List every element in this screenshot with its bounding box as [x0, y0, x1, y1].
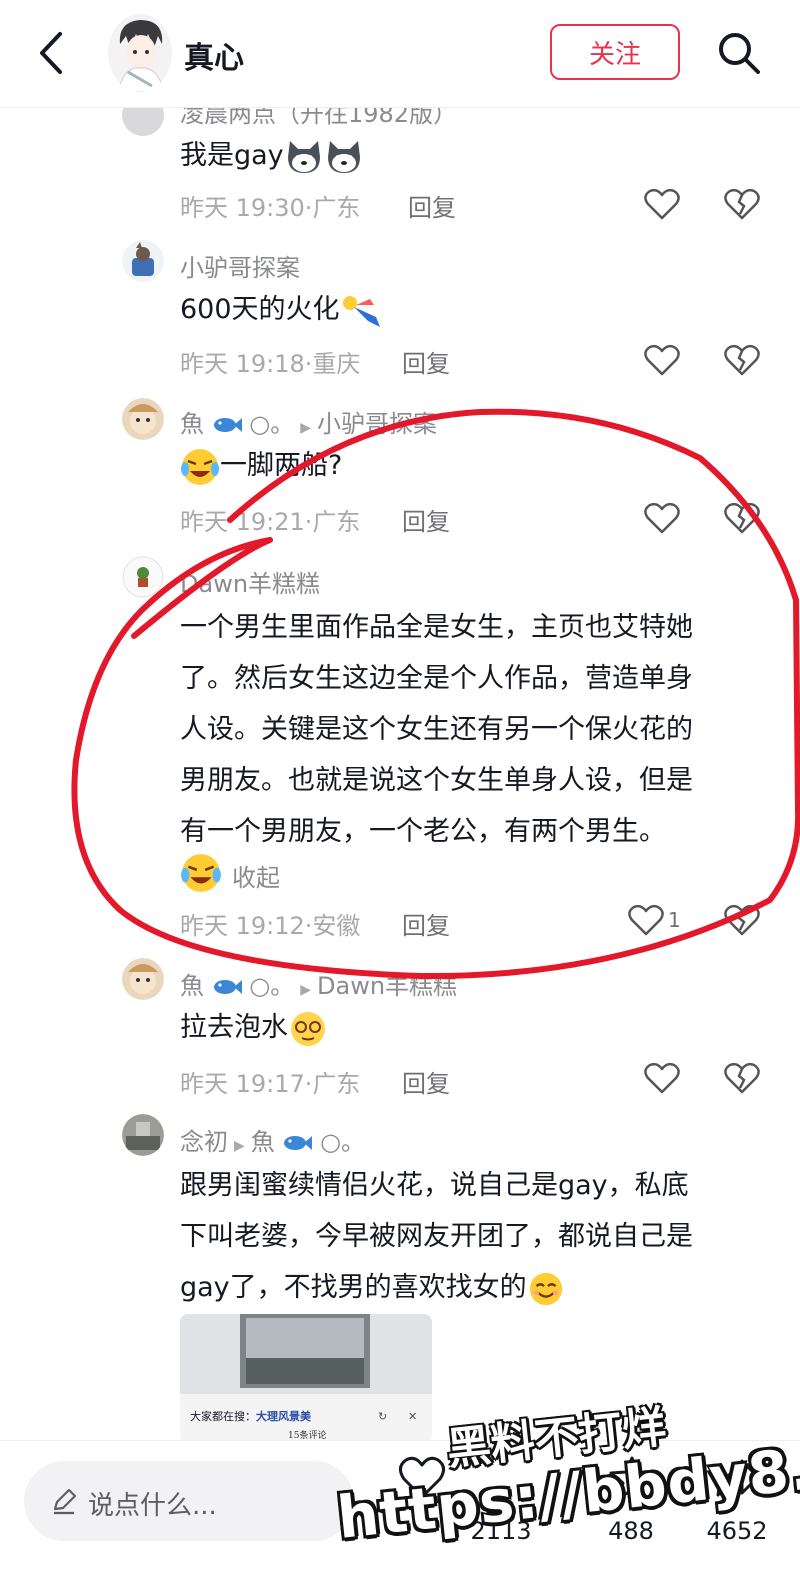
commenter-name[interactable]: 小驴哥探案	[180, 248, 300, 283]
reply-button[interactable]: 回复	[402, 344, 450, 379]
fish-icon	[284, 1136, 313, 1150]
reply-button[interactable]: 回复	[408, 188, 456, 223]
fish-icon	[213, 980, 242, 994]
husky-emoji-icon	[287, 140, 320, 173]
close-icon[interactable]: ✕	[408, 1410, 417, 1423]
heart-icon[interactable]	[644, 1062, 680, 1094]
reply-arrow-icon: ▶	[300, 982, 312, 998]
dizzy-face-emoji-icon	[291, 1011, 325, 1046]
comment-meta: 昨天 19:30·广东	[180, 194, 361, 222]
heart-icon[interactable]	[644, 344, 680, 376]
comment-text: 一个男生里面作品全是女生，主页也艾特她 了。然后女生这边全是个人作品，营造单身 …	[180, 612, 693, 847]
crying-laughing-emoji-icon	[181, 448, 219, 485]
author-avatar[interactable]	[108, 14, 172, 92]
search-icon[interactable]	[714, 28, 764, 78]
commenter-avatar[interactable]	[122, 958, 164, 1000]
commenter-avatar[interactable]	[122, 240, 164, 282]
comment-meta: 昨天 19:17·广东	[180, 1070, 361, 1098]
comment-text: 跟男闺蜜续情侣火花，说自己是gay，私底 下叫老婆，今早被网友开团了，都说自己是…	[180, 1160, 765, 1313]
heart-icon[interactable]	[628, 904, 664, 936]
fish-icon	[213, 418, 242, 432]
top-bar: 真心 关注	[0, 0, 800, 108]
broken-heart-icon[interactable]	[724, 904, 760, 936]
reply-button[interactable]: 回复	[402, 906, 450, 941]
comment-meta: 昨天 19:12·安徽	[180, 912, 361, 940]
crying-laughing-emoji-icon	[181, 854, 221, 892]
reply-arrow-icon: ▶	[300, 420, 312, 436]
collapse-link[interactable]: 收起	[232, 858, 280, 893]
smile-emoji-icon	[529, 1272, 562, 1305]
heart-icon[interactable]	[644, 188, 680, 220]
commenter-name[interactable]: Dawn羊糕糕	[180, 564, 320, 599]
husky-emoji-icon	[327, 140, 360, 173]
comment-input-placeholder: 说点什么...	[88, 1491, 217, 1521]
refresh-icon[interactable]: ↻	[378, 1410, 387, 1423]
follow-button[interactable]: 关注	[550, 24, 680, 80]
commenter-avatar[interactable]	[122, 1114, 164, 1156]
broken-heart-icon[interactable]	[724, 344, 760, 376]
page-title: 真心	[184, 41, 244, 76]
reply-button[interactable]: 回复	[402, 502, 450, 537]
commenter-name: 念初 ▶ 魚 ○。	[180, 1128, 366, 1156]
commenter-name: 魚 ○。 ▶ 小驴哥探案	[180, 410, 438, 438]
comment-meta: 昨天 19:18·重庆	[180, 350, 361, 378]
share-count: 4652	[706, 1517, 768, 1545]
comment-input[interactable]: 说点什么...	[24, 1461, 354, 1541]
comment-text: 一脚两船?	[180, 440, 765, 491]
comment-meta: 昨天 19:21·广东	[180, 508, 361, 536]
pencil-icon	[53, 1488, 77, 1515]
video-thumbnail	[180, 1314, 432, 1394]
heart-icon[interactable]	[644, 502, 680, 534]
like-count: 1	[668, 908, 681, 932]
commenter-name: 魚 ○。 ▶ Dawn羊糕糕	[180, 972, 458, 1000]
shared-video-card[interactable]: 大家都在搜：大理风景美 ↻ ✕ 15条评论	[180, 1314, 432, 1444]
comment-text: 600天的火化	[180, 284, 765, 335]
commenter-avatar[interactable]	[122, 398, 164, 440]
comment-text: 拉去泡水	[180, 1002, 765, 1053]
broken-heart-icon[interactable]	[724, 502, 760, 534]
lying-figure-emoji-icon	[342, 295, 380, 327]
back-arrow-icon[interactable]	[30, 28, 74, 78]
search-suggestion: 大家都在搜：大理风景美	[190, 1410, 311, 1423]
reply-button[interactable]: 回复	[402, 1064, 450, 1099]
reply-arrow-icon: ▶	[234, 1138, 245, 1154]
broken-heart-icon[interactable]	[724, 1062, 760, 1094]
comment-text: 我是gay	[180, 130, 765, 181]
broken-heart-icon[interactable]	[724, 188, 760, 220]
commenter-avatar[interactable]	[122, 556, 164, 598]
